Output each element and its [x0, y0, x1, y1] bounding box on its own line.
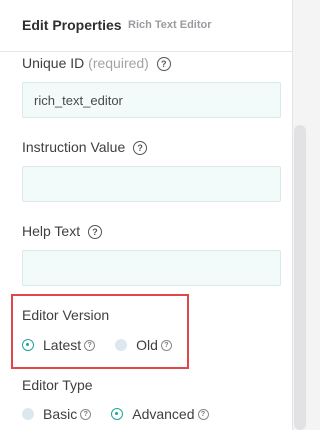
editor-type-label: Editor Type — [22, 377, 93, 393]
option-label-basic: Basic — [43, 406, 78, 422]
editor-type-option-basic[interactable]: Basic ? — [22, 406, 92, 422]
panel-header: Edit Properties Rich Text Editor — [0, 0, 292, 52]
editor-version-option-old[interactable]: Old ? — [115, 337, 172, 353]
option-label-advanced: Advanced — [132, 406, 195, 422]
editor-type-options: Basic ? Advanced ? — [22, 406, 229, 422]
editor-version-label: Editor Version — [22, 307, 109, 323]
radio-selected-icon[interactable] — [111, 408, 124, 420]
instruction-value-label-text: Instruction Value — [22, 139, 126, 155]
latest-help-icon[interactable]: ? — [84, 339, 96, 351]
unique-id-help-icon[interactable]: ? — [156, 57, 171, 71]
option-label-latest: Latest — [43, 337, 82, 353]
radio-selected-icon[interactable] — [22, 339, 34, 351]
instruction-value-input[interactable] — [23, 167, 280, 201]
radio-unselected-icon[interactable] — [115, 339, 128, 351]
editor-version-option-latest[interactable]: Latest ? — [22, 337, 96, 353]
option-label-old: Old — [136, 337, 158, 353]
help-text-help-icon[interactable]: ? — [88, 225, 102, 239]
required-note: (required) — [88, 55, 149, 71]
instruction-value-label: Instruction Value ? — [22, 139, 148, 155]
instruction-value-help-icon[interactable]: ? — [133, 141, 148, 155]
help-text-field-wrap — [22, 250, 281, 286]
unique-id-label-text: Unique ID — [22, 55, 85, 71]
help-text-label: Help Text ? — [22, 223, 102, 239]
basic-help-icon[interactable]: ? — [80, 408, 92, 420]
panel-subtitle: Rich Text Editor — [128, 19, 212, 31]
advanced-help-icon[interactable]: ? — [197, 408, 209, 420]
help-text-label-text: Help Text — [22, 223, 81, 239]
unique-id-input[interactable] — [23, 83, 280, 117]
instruction-value-field-wrap — [22, 166, 281, 202]
editor-version-options: Latest ? Old ? — [22, 337, 192, 353]
radio-unselected-icon[interactable] — [22, 408, 34, 420]
properties-panel: Edit Properties Rich Text Editor Unique … — [0, 0, 293, 430]
unique-id-field-wrap — [22, 82, 281, 118]
editor-type-label-text: Editor Type — [22, 377, 93, 393]
help-text-input[interactable] — [23, 251, 280, 285]
editor-type-option-advanced[interactable]: Advanced ? — [111, 406, 209, 422]
editor-version-highlight-box — [11, 294, 189, 369]
editor-version-label-text: Editor Version — [22, 307, 110, 323]
old-help-icon[interactable]: ? — [160, 339, 172, 351]
panel-title: Edit Properties — [22, 17, 122, 33]
panel-scrollbar[interactable] — [294, 125, 306, 430]
unique-id-label: Unique ID (required) ? — [22, 55, 171, 71]
